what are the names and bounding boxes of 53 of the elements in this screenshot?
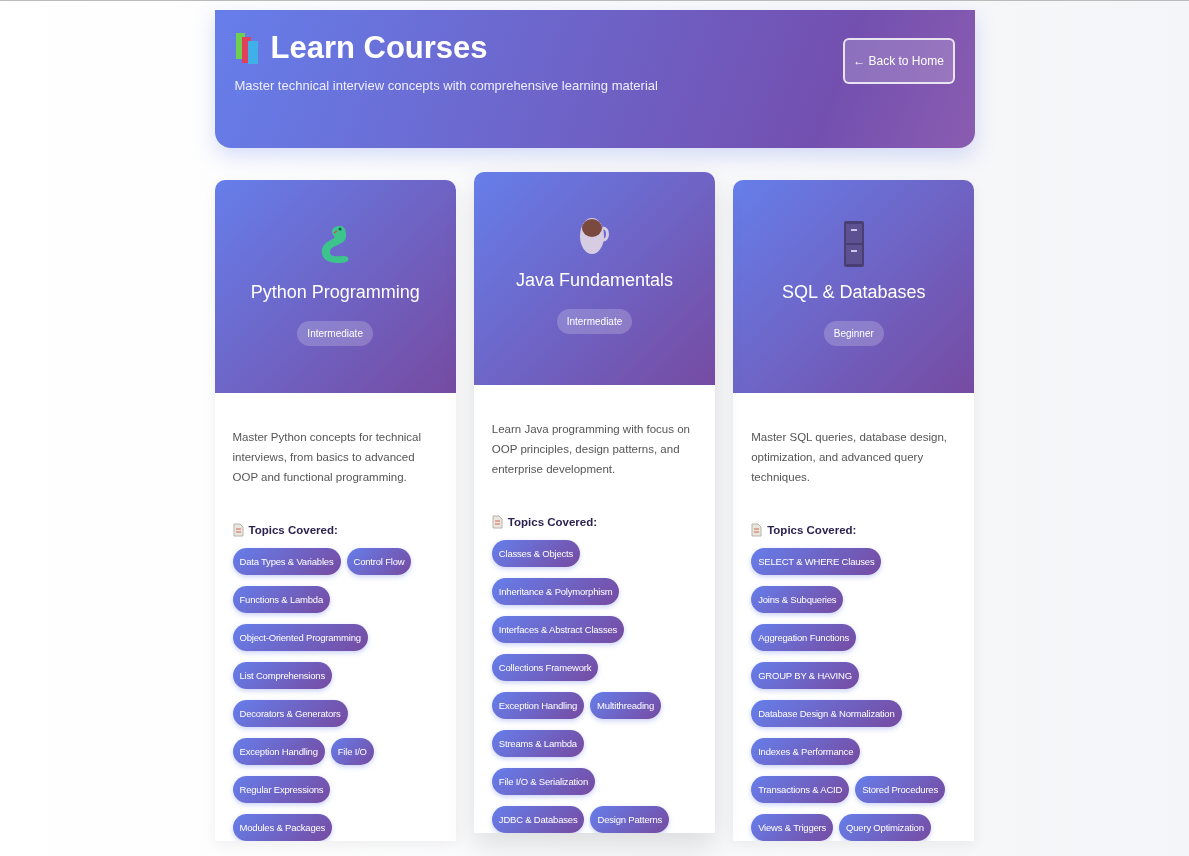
topic-tag: Streams & Lambda: [491, 730, 584, 757]
topic-tag: Exception Handling: [232, 738, 325, 765]
document-icon: [751, 523, 763, 537]
topic-tag: Interfaces & Abstract Classes: [491, 616, 625, 643]
course-description: Learn Java programming with focus on OOP principles, design patterns, and enterprise development.: [491, 422, 691, 477]
topic-tag: Query Optimization: [839, 814, 931, 841]
topic-tag: Classes & Objects: [491, 540, 581, 567]
topic-tag: SELECT & WHERE Clauses: [751, 548, 882, 575]
course-title: Python Programming: [250, 282, 420, 303]
topic-tag: Views & Triggers: [751, 814, 834, 841]
topic-tag: Stored Procedures: [855, 776, 945, 803]
topic-tag: File I/O: [330, 738, 374, 765]
topic-tag: Database Design & Normalization: [751, 700, 902, 727]
course-description: Master SQL queries, database design, optimization, and advanced query techniques.: [751, 430, 948, 485]
document-icon: [232, 523, 244, 537]
topic-tag: Modules & Packages: [232, 814, 333, 841]
document-icon: [491, 515, 503, 529]
course-description: Master Python concepts for technical interviews, from basics to advanced OOP and functional programming.: [232, 430, 423, 485]
topic-tag: Collections Framework: [491, 654, 599, 681]
topic-tag: Aggregation Functions: [751, 624, 857, 651]
topic-tag: Regular Expressions: [232, 776, 331, 803]
level-badge: Intermediate: [556, 309, 633, 334]
topic-tag: Transactions & ACID: [751, 776, 850, 803]
topic-tag: Indexes & Performance: [751, 738, 861, 765]
topic-tag: Data Types & Variables: [232, 548, 341, 575]
page-subtitle: Master technical interview concepts with comprehensive learning material: [234, 78, 658, 93]
books-icon: [234, 31, 261, 65]
topic-tag: Control Flow: [346, 548, 412, 575]
back-button[interactable]: ← Back to Home: [842, 38, 955, 84]
topics-heading: Topics Covered:: [507, 516, 598, 528]
topics-heading: Topics Covered:: [767, 524, 857, 536]
topic-tag: Exception Handling: [491, 692, 585, 719]
topic-tag: JDBC & Databases: [491, 806, 585, 833]
course-card[interactable]: [473, 172, 716, 833]
course-card[interactable]: [733, 180, 975, 841]
topic-tag: Multithreading: [590, 692, 661, 719]
topic-tag: File I/O & Serialization: [491, 768, 595, 795]
topic-tag: Inheritance & Polymorphism: [491, 578, 620, 605]
topic-tag: Joins & Subqueries: [751, 586, 844, 613]
level-badge: Beginner: [823, 321, 884, 346]
topic-tag: Object-Oriented Programming: [232, 624, 368, 651]
file-cabinet-icon: [842, 220, 865, 268]
topic-tag: List Comprehensions: [232, 662, 332, 689]
topic-tag: GROUP BY & HAVING: [751, 662, 859, 689]
topic-tag: Design Patterns: [590, 806, 670, 833]
topics-heading: Topics Covered:: [248, 524, 338, 536]
topic-tag: Functions & Lambda: [232, 586, 331, 613]
level-badge: Intermediate: [297, 321, 373, 346]
course-title: Java Fundamentals: [515, 270, 674, 291]
topic-tag: Decorators & Generators: [232, 700, 348, 727]
course-title: SQL & Databases: [782, 282, 926, 303]
course-card[interactable]: [214, 180, 456, 841]
page-title: Learn Courses: [270, 30, 488, 66]
